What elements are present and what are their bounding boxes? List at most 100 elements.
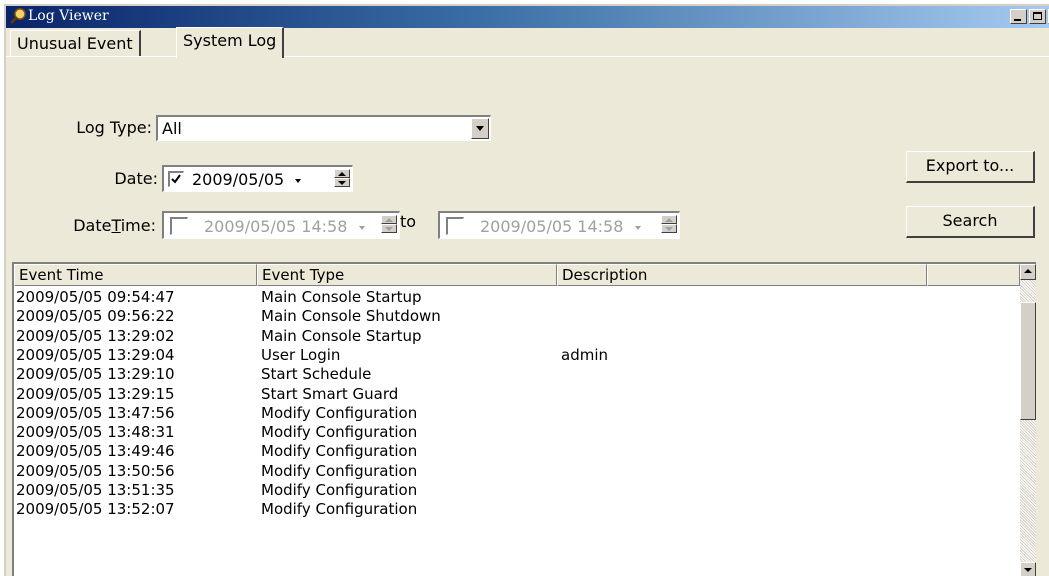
datetime-to-picker[interactable]: 2009/05/05 14:58 — [438, 211, 680, 239]
cell-event-time: 2009/05/05 09:56:22 — [16, 307, 175, 326]
tab-panel-border — [6, 56, 1049, 57]
datetime-label-accel: T — [111, 216, 121, 235]
column-header-description[interactable]: Description — [557, 264, 927, 286]
checkmark-icon — [171, 174, 181, 184]
cell-event-type: Main Console Startup — [261, 326, 422, 345]
table-row[interactable]: 2009/05/05 13:29:04 User Login admin — [14, 346, 1014, 365]
cell-event-type: Modify Configuration — [261, 442, 418, 461]
datetime-to-checkbox[interactable] — [446, 217, 464, 235]
datetime-label-pre: Date — [73, 216, 112, 235]
search-button[interactable]: Search — [906, 206, 1035, 238]
table-row[interactable]: 2009/05/05 13:50:56 Modify Configuration — [14, 462, 1014, 481]
spin-up-button[interactable] — [334, 169, 350, 178]
datetime-to-spinner[interactable] — [661, 215, 677, 233]
spin-down-button[interactable] — [334, 178, 350, 187]
column-header-extra[interactable] — [927, 264, 1020, 286]
log-type-value: All — [162, 119, 182, 138]
date-picker[interactable]: 2009/05/05 — [162, 165, 353, 192]
minimize-button[interactable] — [1010, 9, 1027, 24]
cell-event-time: 2009/05/05 13:48:31 — [16, 423, 175, 442]
cell-event-time: 2009/05/05 13:52:07 — [16, 500, 175, 519]
cell-event-time: 2009/05/05 13:29:04 — [16, 345, 175, 364]
arrow-up-icon — [665, 218, 673, 222]
datetime-from-spinner[interactable] — [381, 215, 397, 233]
spin-down-button[interactable] — [661, 224, 677, 233]
cell-event-type: Main Console Startup — [261, 288, 422, 306]
table-row[interactable]: 2009/05/05 09:56:22 Main Console Shutdown — [14, 307, 1014, 326]
scroll-up-button[interactable] — [1020, 264, 1036, 280]
cell-event-type: Main Console Shutdown — [261, 307, 441, 326]
date-value: 2009/05/05 — [192, 170, 285, 189]
cell-event-type: Modify Configuration — [261, 461, 418, 480]
cell-event-time: 2009/05/05 13:51:35 — [16, 481, 175, 499]
date-dropdown-icon[interactable] — [295, 178, 302, 183]
vertical-scrollbar[interactable] — [1020, 264, 1036, 576]
datetime-from-picker[interactable]: 2009/05/05 14:58 — [162, 211, 400, 239]
event-list[interactable]: Event Time Event Type Description 2009/0… — [12, 262, 1036, 576]
arrow-down-icon — [665, 227, 673, 231]
arrow-up-icon — [338, 172, 346, 176]
log-type-label: Log Type: — [76, 118, 152, 137]
date-label: Date: — [114, 169, 158, 188]
scroll-down-button[interactable] — [1020, 562, 1036, 576]
arrow-up-icon — [385, 218, 393, 222]
title-bar[interactable]: Log Viewer ✕ — [6, 6, 1049, 28]
tab-system-log[interactable]: System Log — [176, 27, 285, 58]
table-row[interactable]: 2009/05/05 13:52:07 Modify Configuration — [14, 500, 1014, 519]
datetime-from-dropdown-icon[interactable] — [358, 225, 365, 230]
cell-event-time: 2009/05/05 13:50:56 — [16, 461, 175, 480]
cell-event-type: Modify Configuration — [261, 423, 418, 442]
date-checkbox[interactable] — [168, 171, 184, 187]
table-row[interactable]: 2009/05/05 13:29:10 Start Schedule — [14, 365, 1014, 384]
cell-event-type: Start Schedule — [261, 365, 372, 384]
cell-event-time: 2009/05/05 09:54:47 — [16, 288, 175, 306]
table-row[interactable]: 2009/05/05 13:29:15 Start Smart Guard — [14, 385, 1014, 404]
cell-event-type: Start Smart Guard — [261, 384, 399, 403]
cell-description: admin — [561, 345, 608, 364]
datetime-to-label: to — [400, 212, 417, 231]
maximize-button[interactable] — [1029, 9, 1046, 24]
window-title: Log Viewer — [28, 8, 109, 24]
arrow-down-icon — [338, 181, 346, 185]
cell-event-type: Modify Configuration — [261, 500, 418, 519]
table-row[interactable]: 2009/05/05 13:29:02 Main Console Startup — [14, 327, 1014, 346]
log-type-select[interactable]: All — [156, 115, 491, 141]
cell-event-type: Modify Configuration — [261, 481, 418, 499]
log-viewer-window: Log Viewer ✕ Unusual Event System Log Lo… — [4, 4, 1049, 576]
table-row[interactable]: 2009/05/05 13:49:46 Modify Configuration — [14, 442, 1014, 461]
magnifier-icon — [9, 8, 26, 25]
tab-unusual-event[interactable]: Unusual Event — [10, 30, 141, 56]
datetime-from-checkbox[interactable] — [170, 217, 188, 235]
datetime-from-value: 2009/05/05 14:58 — [204, 217, 348, 236]
table-row[interactable]: 2009/05/05 13:48:31 Modify Configuration — [14, 423, 1014, 442]
datetime-to-dropdown-icon[interactable] — [634, 225, 641, 230]
datetime-label-post: ime: — [120, 216, 156, 235]
cell-event-time: 2009/05/05 13:29:10 — [16, 365, 175, 384]
datetime-label: DateTime: — [16, 216, 156, 235]
date-spinner[interactable] — [334, 169, 350, 187]
arrow-down-icon — [385, 227, 393, 231]
spin-up-button[interactable] — [381, 215, 397, 224]
cell-event-time: 2009/05/05 13:47:56 — [16, 403, 175, 422]
cell-event-time: 2009/05/05 13:29:02 — [16, 326, 175, 345]
spin-up-button[interactable] — [661, 215, 677, 224]
chevron-down-icon — [476, 126, 484, 131]
log-type-dropdown-button[interactable] — [471, 118, 489, 139]
table-row[interactable]: 2009/05/05 09:54:47 Main Console Startup — [14, 288, 1014, 307]
scrollbar-thumb[interactable] — [1020, 302, 1036, 420]
arrow-up-icon — [1024, 269, 1032, 273]
cell-event-time: 2009/05/05 13:49:46 — [16, 442, 175, 461]
datetime-to-value: 2009/05/05 14:58 — [480, 217, 624, 236]
export-button[interactable]: Export to... — [906, 151, 1035, 183]
table-row[interactable]: 2009/05/05 13:47:56 Modify Configuration — [14, 404, 1014, 423]
cell-event-type: Modify Configuration — [261, 403, 418, 422]
arrow-down-icon — [1024, 568, 1032, 572]
maximize-icon — [1033, 12, 1042, 20]
cell-event-time: 2009/05/05 13:29:15 — [16, 384, 175, 403]
table-row[interactable]: 2009/05/05 13:51:35 Modify Configuration — [14, 481, 1014, 500]
spin-down-button[interactable] — [381, 224, 397, 233]
minimize-icon — [1014, 19, 1021, 21]
column-header-event-type[interactable]: Event Type — [257, 264, 557, 286]
column-header-event-time[interactable]: Event Time — [14, 264, 257, 286]
cell-event-type: User Login — [261, 345, 341, 364]
